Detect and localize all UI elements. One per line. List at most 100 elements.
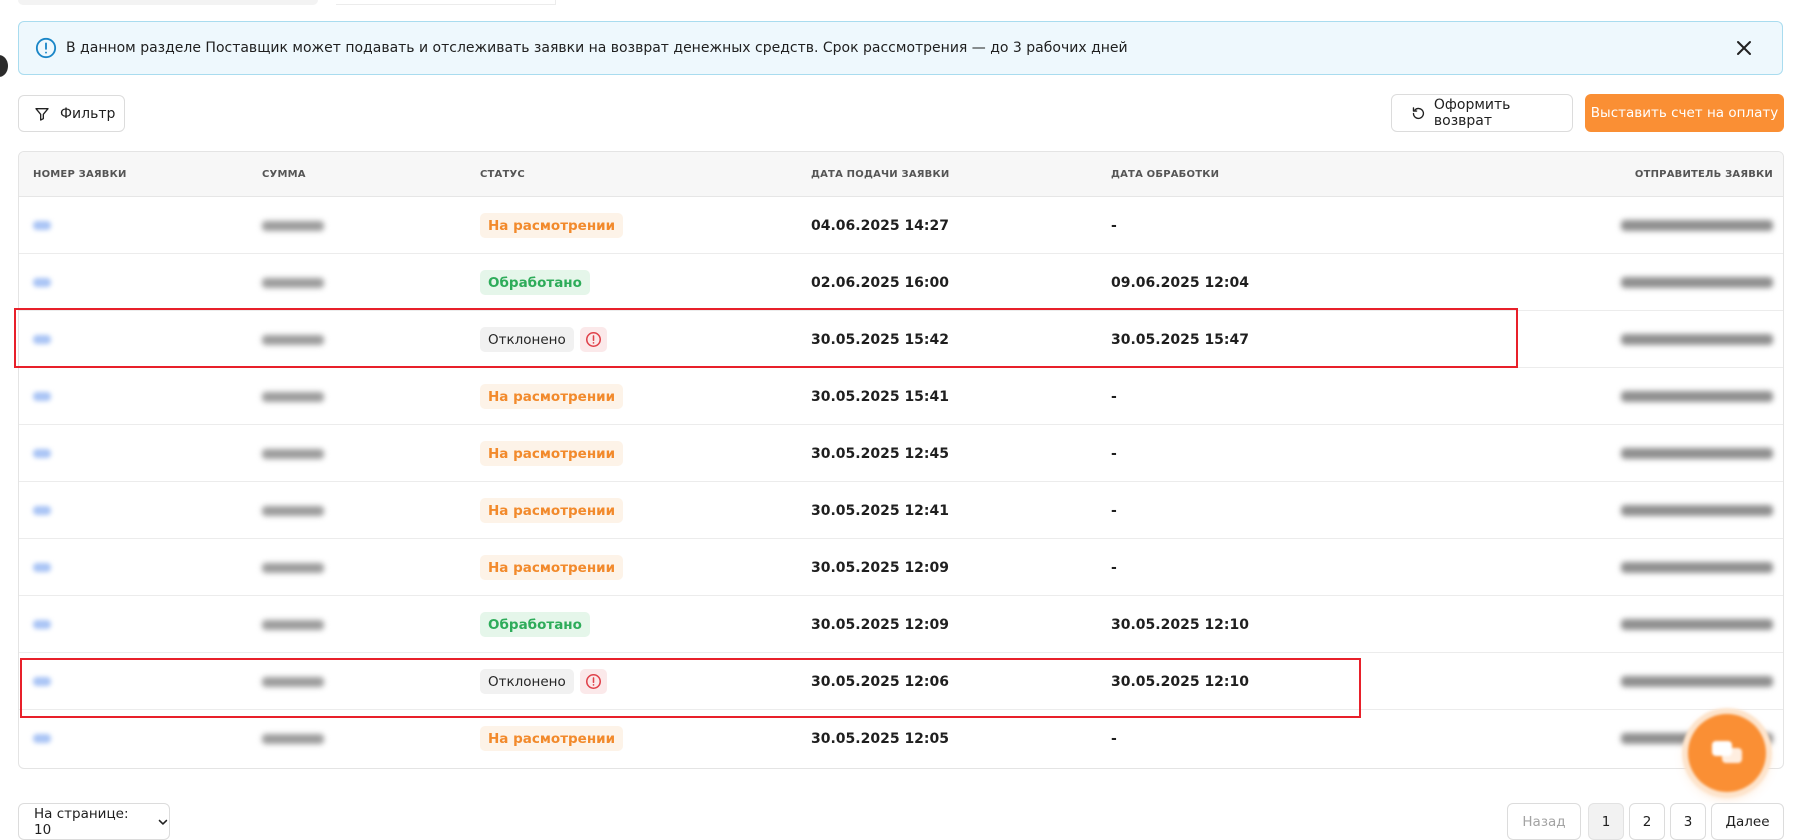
pagination-next-button[interactable]: Далее [1711, 803, 1784, 840]
sender-value [1621, 505, 1773, 516]
close-icon[interactable] [1734, 38, 1754, 58]
header-status: СТАТУС [480, 169, 525, 180]
chat-bubbles-icon [1712, 741, 1742, 763]
request-number-cell[interactable] [33, 710, 51, 767]
filter-button[interactable]: Фильтр [18, 95, 125, 132]
request-number-link[interactable] [33, 677, 51, 686]
chevron-down-icon [158, 819, 168, 825]
header-request-number: НОМЕР ЗАЯВКИ [33, 169, 127, 180]
status-cell: На расмотрении [480, 482, 624, 539]
table-row[interactable]: На расмотрении 04.06.2025 14:27 - [19, 197, 1783, 254]
request-number-cell[interactable] [33, 482, 51, 539]
table-row[interactable]: Обработано 30.05.2025 12:09 30.05.2025 12:… [19, 596, 1783, 653]
status-badge: На расмотрении [480, 498, 624, 523]
request-number-link[interactable] [33, 221, 51, 230]
processing-date-cell: - [1111, 388, 1117, 405]
sum-cell [262, 539, 324, 596]
table-row[interactable]: Обработано 02.06.2025 16:00 09.06.2025 12:… [19, 254, 1783, 311]
status-cell: На расмотрении [480, 197, 624, 254]
status-badge: Обработано [480, 270, 590, 295]
sum-value [262, 448, 324, 459]
request-number-link[interactable] [33, 620, 51, 629]
processing-date-cell: - [1111, 217, 1117, 234]
sender-value [1621, 562, 1773, 573]
sender-cell [1621, 539, 1773, 596]
sender-value [1621, 448, 1773, 459]
request-number-link[interactable] [33, 335, 51, 344]
table-row[interactable]: Отклонено 30.05.2025 15:42 30.05.2025 15:4… [19, 311, 1783, 368]
pagination-page-2[interactable]: 2 [1629, 803, 1665, 840]
top-tab-strip [18, 0, 556, 6]
request-number-link[interactable] [33, 734, 51, 743]
sum-value [262, 220, 324, 231]
sender-cell [1621, 197, 1773, 254]
chat-fab-button[interactable] [1688, 714, 1766, 792]
issue-invoice-label: Выставить счет на оплату [1590, 105, 1779, 121]
request-number-cell[interactable] [33, 425, 51, 482]
sender-value [1621, 619, 1773, 630]
requests-table: НОМЕР ЗАЯВКИ СУММА СТАТУС ДАТА ПОДАЧИ ЗА… [18, 151, 1784, 769]
status-cell: Обработано [480, 254, 590, 311]
request-number-link[interactable] [33, 563, 51, 572]
submission-date-cell: 30.05.2025 15:41 [811, 388, 950, 405]
request-number-cell[interactable] [33, 311, 51, 368]
request-number-cell[interactable] [33, 197, 51, 254]
request-number-cell[interactable] [33, 539, 51, 596]
processing-date-cell: 30.05.2025 12:10 [1111, 673, 1250, 690]
table-row[interactable]: На расмотрении 30.05.2025 12:05 - [19, 710, 1783, 767]
request-number-cell[interactable] [33, 368, 51, 425]
request-number-cell[interactable] [33, 596, 51, 653]
per-page-label: На странице: 10 [34, 805, 129, 838]
sum-cell [262, 311, 324, 368]
request-number-cell[interactable] [33, 653, 51, 710]
status-cell: На расмотрении [480, 425, 624, 482]
filter-icon [35, 107, 49, 121]
processing-date-cell: 30.05.2025 15:47 [1111, 331, 1250, 348]
request-number-link[interactable] [33, 506, 51, 515]
status-cell: На расмотрении [480, 710, 624, 767]
table-header: НОМЕР ЗАЯВКИ СУММА СТАТУС ДАТА ПОДАЧИ ЗА… [19, 152, 1783, 197]
pagination-page-3[interactable]: 3 [1670, 803, 1706, 840]
sender-value [1621, 277, 1773, 288]
sum-value [262, 391, 324, 402]
processing-date-cell: 09.06.2025 12:04 [1111, 274, 1250, 291]
processing-date-cell: 30.05.2025 12:10 [1111, 616, 1250, 633]
submission-date-cell: 30.05.2025 12:45 [811, 445, 950, 462]
sum-cell [262, 482, 324, 539]
request-number-link[interactable] [33, 392, 51, 401]
request-number-cell[interactable] [33, 254, 51, 311]
processing-date-cell: - [1111, 559, 1117, 576]
sender-cell [1621, 425, 1773, 482]
status-badge: На расмотрении [480, 213, 624, 238]
top-tab[interactable] [336, 0, 556, 5]
request-number-link[interactable] [33, 278, 51, 287]
submission-date-cell: 30.05.2025 12:09 [811, 616, 950, 633]
request-number-link[interactable] [33, 449, 51, 458]
top-tab-active[interactable] [18, 0, 318, 5]
rejection-reason-button[interactable] [579, 669, 607, 694]
sender-value [1621, 391, 1773, 402]
rejection-reason-button[interactable] [579, 327, 607, 352]
processing-date-cell: - [1111, 502, 1117, 519]
issue-invoice-button[interactable]: Выставить счет на оплату [1585, 94, 1784, 132]
pagination-back-button[interactable]: Назад [1507, 803, 1581, 840]
submission-date-cell: 04.06.2025 14:27 [811, 217, 950, 234]
header-processing-date: ДАТА ОБРАБОТКИ [1111, 169, 1220, 180]
make-return-label: Оформить возврат [1433, 97, 1511, 129]
sum-value [262, 277, 324, 288]
pagination-page-1[interactable]: 1 [1588, 803, 1624, 840]
table-row[interactable]: Отклонено 30.05.2025 12:06 30.05.2025 12:1… [19, 653, 1783, 710]
sum-value [262, 505, 324, 516]
per-page-select[interactable]: На странице: 10 [18, 803, 170, 840]
submission-date-cell: 30.05.2025 12:09 [811, 559, 950, 576]
table-row[interactable]: На расмотрении 30.05.2025 15:41 - [19, 368, 1783, 425]
status-badge: На расмотрении [480, 384, 624, 409]
alert-circle-icon [585, 331, 601, 348]
sum-cell [262, 254, 324, 311]
status-cell: Отклонено [480, 653, 607, 710]
status-badge: Отклонено [480, 327, 574, 352]
table-row[interactable]: На расмотрении 30.05.2025 12:09 - [19, 539, 1783, 596]
table-row[interactable]: На расмотрении 30.05.2025 12:45 - [19, 425, 1783, 482]
table-row[interactable]: На расмотрении 30.05.2025 12:41 - [19, 482, 1783, 539]
make-return-button[interactable]: Оформить возврат [1391, 94, 1573, 132]
